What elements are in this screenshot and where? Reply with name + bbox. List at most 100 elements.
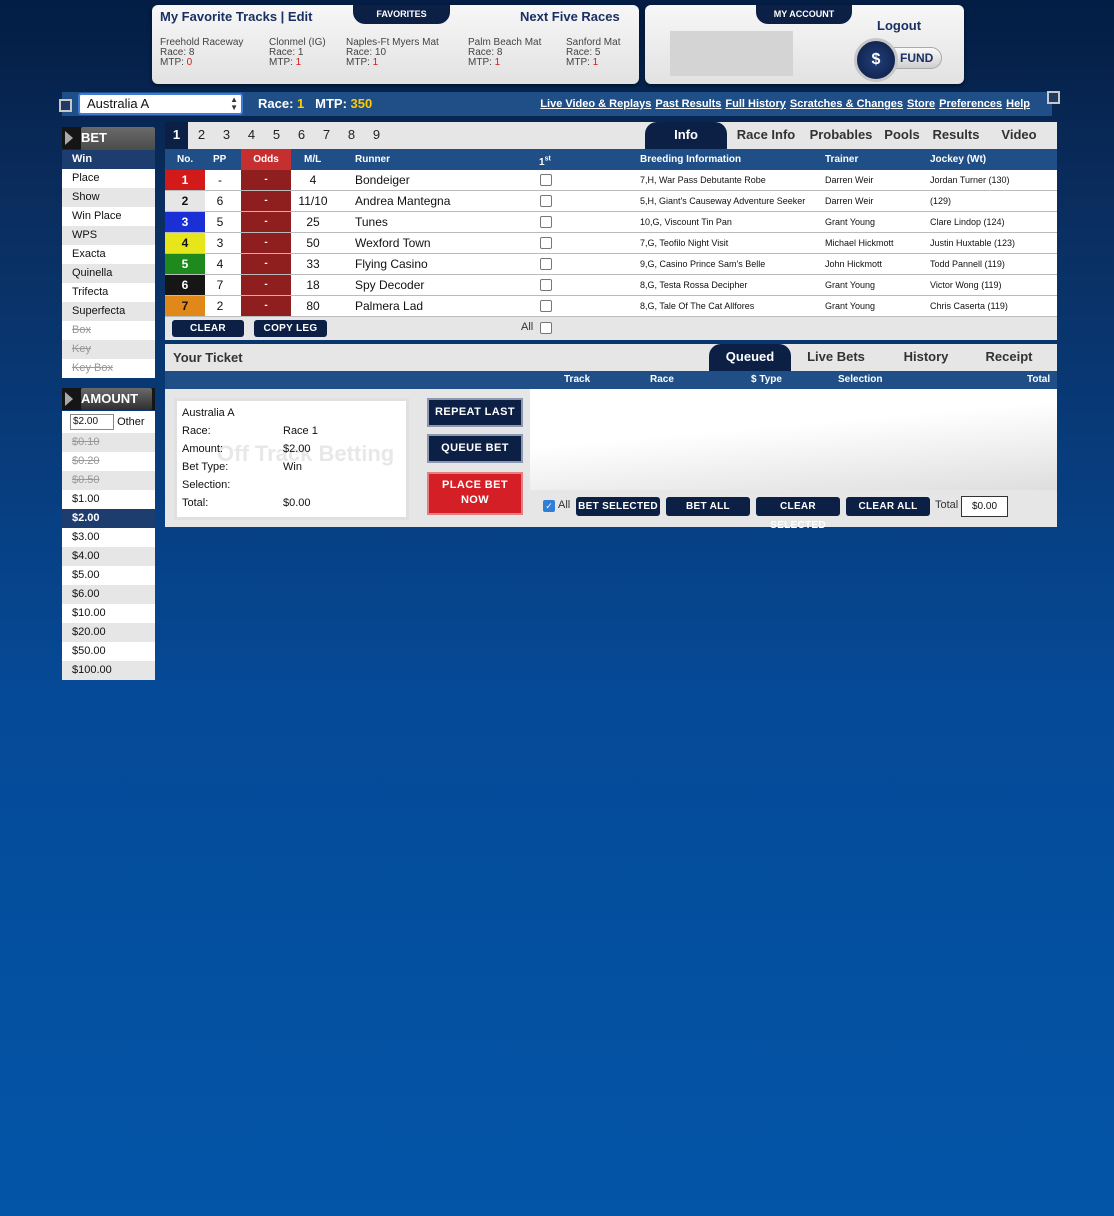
runner-row[interactable]: 3 5 - 25 Tunes 10,G, Viscount Tin Pan Grant Yo… (165, 212, 1057, 233)
queue-bet-button[interactable]: QUEUE BET (427, 434, 523, 463)
clear-all-button[interactable]: CLEAR ALL (846, 497, 930, 516)
copy-leg-button[interactable]: COPY LEG (254, 320, 327, 337)
top-link[interactable]: Scratches & Changes (790, 98, 903, 110)
race-tab[interactable]: 1 (165, 122, 188, 149)
jockey-name: Todd Pannell (119) (930, 259, 1005, 269)
race-tab[interactable]: 6 (290, 122, 313, 149)
bet-type-option[interactable]: Win Place (62, 207, 155, 226)
info-tab-info[interactable]: Info (645, 122, 727, 149)
breeding-info: 8,G, Tale Of The Cat Allfores (640, 301, 755, 311)
track-select[interactable]: Australia A ▲ ▼ (78, 93, 243, 115)
race-tab[interactable]: 9 (365, 122, 388, 149)
first-place-checkbox[interactable] (540, 216, 552, 228)
next-race-item[interactable]: Clonmel (IG) Race: 1 MTP: 1 (269, 38, 326, 68)
select-all-queued-checkbox[interactable]: ✓ (543, 500, 555, 512)
next-race-item[interactable]: Freehold Raceway Race: 8 MTP: 0 (160, 38, 243, 68)
first-place-checkbox[interactable] (540, 237, 552, 249)
bet-all-button[interactable]: BET ALL (666, 497, 750, 516)
amount-option[interactable]: $3.00 (62, 528, 155, 547)
top-link[interactable]: Live Video & Replays (540, 98, 651, 110)
top-link[interactable]: Past Results (655, 98, 721, 110)
top-link[interactable]: Full History (725, 98, 786, 110)
runner-row[interactable]: 6 7 - 18 Spy Decoder 8,G, Testa Rossa Deciphe… (165, 275, 1057, 296)
race-tab[interactable]: 7 (315, 122, 338, 149)
bet-type-option[interactable]: Superfecta (62, 302, 155, 321)
repeat-last-button[interactable]: REPEAT LAST (427, 398, 523, 427)
ticket-tab-queued[interactable]: Queued (709, 344, 791, 371)
select-all-checkbox[interactable] (540, 322, 552, 334)
next-race-mtp: MTP: 1 (346, 58, 439, 68)
first-place-checkbox[interactable] (540, 174, 552, 186)
bet-type-option[interactable]: Trifecta (62, 283, 155, 302)
clear-selected-button[interactable]: CLEAR SELECTED (756, 497, 840, 531)
ticket-tab-live-bets[interactable]: Live Bets (797, 344, 875, 371)
fund-button[interactable]: FUND $ (854, 38, 942, 82)
info-tab-video[interactable]: Video (987, 122, 1051, 149)
mtp-value: 1 (494, 57, 501, 68)
select-arrows-icon: ▲ ▼ (230, 95, 238, 112)
logout-link[interactable]: Logout (877, 18, 921, 33)
col-breeding: Breeding Information (640, 154, 742, 165)
bet-type-option[interactable]: Win (62, 150, 155, 169)
runner-row[interactable]: 7 2 - 80 Palmera Lad 8,G, Tale Of The Cat All… (165, 296, 1057, 317)
amount-option[interactable]: $1.00 (62, 490, 155, 509)
race-tab[interactable]: 8 (340, 122, 363, 149)
runner-row[interactable]: 1- -4 Bondeiger 7,H, War Pass Debutante Rob… (165, 170, 1057, 191)
bet-type-option[interactable]: Quinella (62, 264, 155, 283)
amount-option[interactable]: $6.00 (62, 585, 155, 604)
col-runner: Runner (355, 154, 390, 165)
slip-bet-type-value: Win (283, 461, 302, 473)
col-selection: Selection (838, 374, 883, 385)
race-tab[interactable]: 4 (240, 122, 263, 149)
race-tab[interactable]: 2 (190, 122, 213, 149)
col-ml: M/L (304, 154, 322, 165)
race-tab[interactable]: 3 (215, 122, 238, 149)
ticket-panel: Your Ticket Queued Live Bets History Receip… (165, 344, 1057, 531)
saddle-cloth-number: 4 (165, 233, 205, 253)
first-place-checkbox[interactable] (540, 258, 552, 270)
amount-other-input[interactable]: $2.00 (70, 414, 114, 431)
amount-option[interactable]: $5.00 (62, 566, 155, 585)
top-link[interactable]: Store (907, 98, 935, 110)
amount-option[interactable]: $2.00 (62, 509, 155, 528)
favorite-tracks-title[interactable]: My Favorite Tracks | Edit (160, 9, 312, 24)
amount-option[interactable]: $100.00 (62, 661, 155, 680)
info-tab-pools[interactable]: Pools (881, 122, 923, 149)
next-race-item[interactable]: Sanford Mat Race: 5 MTP: 1 (566, 38, 620, 68)
amount-option[interactable]: $20.00 (62, 623, 155, 642)
favorites-tab[interactable]: FAVORITES (353, 5, 450, 24)
clear-button[interactable]: CLEAR (172, 320, 244, 337)
my-account-tab[interactable]: MY ACCOUNT (756, 5, 852, 24)
amount-option[interactable]: $50.00 (62, 642, 155, 661)
amount-option[interactable]: $10.00 (62, 604, 155, 623)
first-place-checkbox[interactable] (540, 300, 552, 312)
amount-option[interactable]: $4.00 (62, 547, 155, 566)
bet-selected-button[interactable]: BET SELECTED (576, 497, 660, 516)
place-bet-now-button[interactable]: PLACE BET NOW (427, 472, 523, 515)
first-place-checkbox[interactable] (540, 279, 552, 291)
morning-line: 25 (306, 215, 320, 229)
race-bar: Australia A ▲ ▼ Race: 1 MTP: 350 Live Vid… (59, 91, 1060, 116)
runner-row[interactable]: 2 6 -11/10 Andrea Mantegna 5,H, Giant's Caus… (165, 191, 1057, 212)
bet-type-option[interactable]: Exacta (62, 245, 155, 264)
runner-row[interactable]: 5 4 - 33 Flying Casino 9,G, Casino Prince Sam… (165, 254, 1057, 275)
bet-type-option[interactable]: WPS (62, 226, 155, 245)
col-race: Race (650, 374, 674, 385)
bet-type-option[interactable]: Show (62, 188, 155, 207)
top-link[interactable]: Help (1006, 98, 1030, 110)
info-tab-race-info[interactable]: Race Info (733, 122, 799, 149)
next-race-item[interactable]: Naples-Ft Myers Mat Race: 10 MTP: 1 (346, 38, 439, 68)
account-balance-placeholder (670, 31, 793, 76)
info-tab-results[interactable]: Results (929, 122, 983, 149)
slip-amount-label: Amount: (182, 443, 223, 455)
top-link[interactable]: Preferences (939, 98, 1002, 110)
race-tab[interactable]: 5 (265, 122, 288, 149)
runner-row[interactable]: 4 3 - 50 Wexford Town 7,G, Teofilo Night Visi… (165, 233, 1057, 254)
ticket-tab-receipt[interactable]: Receipt (973, 344, 1045, 371)
next-race-item[interactable]: Palm Beach Mat Race: 8 MTP: 1 (468, 38, 541, 68)
bet-type-option[interactable]: Place (62, 169, 155, 188)
info-tab-probables[interactable]: Probables (805, 122, 877, 149)
first-place-checkbox[interactable] (540, 195, 552, 207)
ticket-tab-history[interactable]: History (883, 344, 969, 371)
runner-name: Tunes (355, 215, 388, 229)
